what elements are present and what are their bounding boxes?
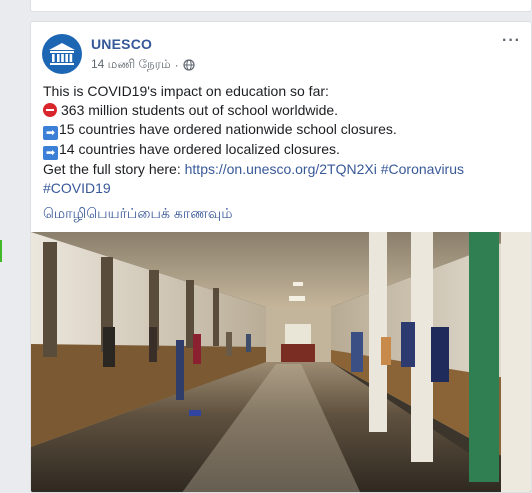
sidebar-active-indicator xyxy=(0,240,2,262)
right-arrow-icon: ➡ xyxy=(43,146,58,160)
post-photo[interactable] xyxy=(31,232,531,493)
post-line-1: This is COVID19's impact on education so… xyxy=(43,83,329,99)
post-line-3-text: 15 countries have ordered nationwide sch… xyxy=(59,121,397,137)
post-line-4-text: 14 countries have ordered localized clos… xyxy=(59,141,340,157)
post-text: This is COVID19's impact on education so… xyxy=(43,82,523,198)
story-link[interactable]: https://on.unesco.org/2TQN2Xi xyxy=(185,161,377,177)
post-line-5: Get the full story here: https://on.unes… xyxy=(43,160,523,179)
right-arrow-icon: ➡ xyxy=(43,126,58,140)
page-avatar[interactable] xyxy=(42,34,82,74)
no-entry-icon xyxy=(43,103,57,117)
previous-post-card xyxy=(30,0,532,12)
post-line-6: #COVID19 xyxy=(43,179,523,198)
unesco-logo-icon xyxy=(49,43,75,65)
post-meta: 14 மணி நேரம் · xyxy=(91,57,195,73)
story-prefix: Get the full story here: xyxy=(43,161,185,177)
post-line-4: ➡ 14 countries have ordered localized clo… xyxy=(43,140,523,160)
post-line-2-text: 363 million students out of school world… xyxy=(61,102,339,118)
post-timestamp[interactable]: 14 மணி நேரம் xyxy=(91,57,171,73)
hashtag-covid19[interactable]: #COVID19 xyxy=(43,180,111,196)
see-translation-link[interactable]: மொழிபெயர்ப்பைக் காணவும் xyxy=(43,205,233,224)
hashtag-coronavirus[interactable]: #Coronavirus xyxy=(381,161,464,177)
globe-icon[interactable] xyxy=(182,59,195,71)
post-line-2: 363 million students out of school world… xyxy=(43,101,523,120)
meta-separator: · xyxy=(174,58,179,72)
page-name-link[interactable]: UNESCO xyxy=(91,36,152,52)
post-card: UNESCO 14 மணி நேரம் · ··· This is COVID1… xyxy=(30,21,532,493)
post-line-3: ➡ 15 countries have ordered nationwide sc… xyxy=(43,120,523,140)
post-options-button[interactable]: ··· xyxy=(502,32,521,50)
